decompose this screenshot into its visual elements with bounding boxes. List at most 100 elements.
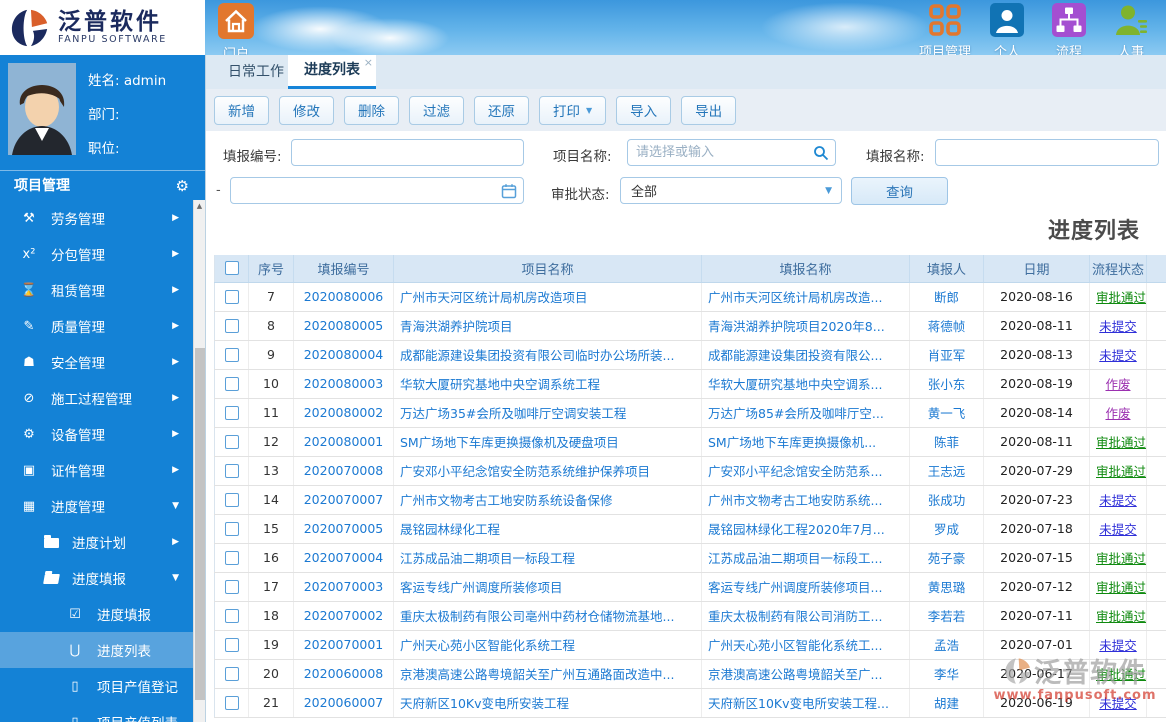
status-link[interactable]: 未提交 [1089, 630, 1147, 660]
status-link[interactable]: 审批通过 [1089, 572, 1147, 602]
project-name-link[interactable]: 广州天心苑小区智能化系统工程 [393, 630, 702, 660]
project-name-link[interactable]: 重庆太极制药有限公司亳州中药材仓储物流基地... [393, 601, 702, 631]
sidebar-item[interactable]: 进度计划 ▶ [0, 524, 193, 560]
status-link[interactable]: 未提交 [1089, 340, 1147, 370]
sidebar-item[interactable]: ✎ 质量管理 ▶ [0, 308, 193, 344]
project-name-link[interactable]: 客运专线广州调度所装修项目 [393, 572, 702, 602]
project-name-link[interactable]: 万达广场35#会所及咖啡厅空调安装工程 [393, 398, 702, 428]
approval-status-select[interactable]: 全部 ▼ [620, 177, 842, 204]
project-name-link[interactable]: SM广场地下车库更换摄像机及硬盘项目 [393, 427, 702, 457]
person-link[interactable]: 罗成 [909, 514, 984, 544]
project-name-link[interactable]: 晟铭园林绿化工程 [393, 514, 702, 544]
sidebar-item[interactable]: ▣ 证件管理 ▶ [0, 452, 193, 488]
report-no-link[interactable]: 2020060007 [293, 688, 394, 718]
sidebar-item[interactable]: ☗ 安全管理 ▶ [0, 344, 193, 380]
row-checkbox[interactable] [224, 696, 239, 711]
report-name-link[interactable]: SM广场地下车库更换摄像机... [701, 427, 910, 457]
row-checkbox[interactable] [224, 464, 239, 479]
row-checkbox[interactable] [224, 406, 239, 421]
person-link[interactable]: 王志远 [909, 456, 984, 486]
scrollbar-up-arrow-icon[interactable]: ▲ [194, 200, 205, 213]
report-no-link[interactable]: 2020080002 [293, 398, 394, 428]
toolbar-button[interactable]: 导出 [681, 95, 737, 125]
sidebar-item[interactable]: ☑ 进度填报 [0, 596, 193, 632]
nav-app-3[interactable]: 人事 [1100, 3, 1162, 60]
row-checkbox[interactable] [224, 319, 239, 334]
nav-app-2[interactable]: 流程 [1038, 3, 1100, 60]
report-name-link[interactable]: 广州市天河区统计局机房改造... [701, 282, 910, 312]
sidebar-item[interactable]: ⚙ 设备管理 ▶ [0, 416, 193, 452]
report-no-link[interactable]: 2020070007 [293, 485, 394, 515]
project-name-link[interactable]: 广州市文物考古工地安防系统设备保修 [393, 485, 702, 515]
report-no-link[interactable]: 2020080006 [293, 282, 394, 312]
status-link[interactable]: 未提交 [1089, 485, 1147, 515]
person-link[interactable]: 黄思璐 [909, 572, 984, 602]
report-no-link[interactable]: 2020060008 [293, 659, 394, 689]
row-checkbox[interactable] [224, 522, 239, 537]
project-name-link[interactable]: 天府新区10Kv变电所安装工程 [393, 688, 702, 718]
person-link[interactable]: 断郎 [909, 282, 984, 312]
select-all-checkbox[interactable] [224, 261, 239, 276]
person-link[interactable]: 张小东 [909, 369, 984, 399]
status-link[interactable]: 未提交 [1089, 688, 1147, 718]
toolbar-button[interactable]: 导入 [616, 95, 672, 125]
person-link[interactable]: 肖亚军 [909, 340, 984, 370]
toolbar-button[interactable]: 修改 [279, 95, 334, 125]
report-no-link[interactable]: 2020070004 [293, 543, 394, 573]
report-no-link[interactable]: 2020080004 [293, 340, 394, 370]
status-link[interactable]: 作废 [1089, 369, 1147, 399]
sidebar-item[interactable]: 进度填报 ▼ [0, 560, 193, 596]
report-name-link[interactable]: 晟铭园林绿化工程2020年7月... [701, 514, 910, 544]
toolbar-button[interactable]: 新增 [214, 95, 269, 125]
sidebar-item[interactable]: ⌛ 租赁管理 ▶ [0, 272, 193, 308]
report-name-link[interactable]: 广州天心苑小区智能化系统工... [701, 630, 910, 660]
project-name-link[interactable]: 青海洪湖养护院项目 [393, 311, 702, 341]
row-checkbox[interactable] [224, 609, 239, 624]
person-link[interactable]: 蒋德帧 [909, 311, 984, 341]
status-link[interactable]: 未提交 [1089, 311, 1147, 341]
sidebar-item[interactable]: ▯ 项目产值登记 [0, 668, 193, 704]
close-icon[interactable]: × [364, 57, 373, 68]
person-link[interactable]: 苑子豪 [909, 543, 984, 573]
project-name-link[interactable]: 华软大厦研究基地中央空调系统工程 [393, 369, 702, 399]
nav-app-1[interactable]: 个人 [976, 3, 1038, 60]
sidebar-item[interactable]: ⚒ 劳务管理 ▶ [0, 200, 193, 236]
sidebar-scrollbar[interactable]: ▲ [193, 200, 205, 722]
person-link[interactable]: 张成功 [909, 485, 984, 515]
report-name-input[interactable] [935, 139, 1159, 166]
person-link[interactable]: 李若若 [909, 601, 984, 631]
row-checkbox[interactable] [224, 493, 239, 508]
report-no-input[interactable] [291, 139, 524, 166]
toolbar-button[interactable]: 过滤 [409, 95, 464, 125]
sidebar-item[interactable]: ⊘ 施工过程管理 ▶ [0, 380, 193, 416]
status-link[interactable]: 审批通过 [1089, 543, 1147, 573]
search-button[interactable]: 查询 [851, 177, 948, 205]
person-link[interactable]: 胡建 [909, 688, 984, 718]
tab-daily-work[interactable]: 日常工作 [212, 55, 300, 89]
gear-icon[interactable]: ⚙ [176, 171, 189, 201]
report-no-link[interactable]: 2020080001 [293, 427, 394, 457]
row-checkbox[interactable] [224, 435, 239, 450]
report-no-link[interactable]: 2020070003 [293, 572, 394, 602]
project-name-link[interactable]: 成都能源建设集团投资有限公司临时办公场所装... [393, 340, 702, 370]
sidebar-item[interactable]: ▦ 进度管理 ▼ [0, 488, 193, 524]
sidebar-item[interactable]: ▯ 项目产值列表 [0, 704, 193, 722]
project-name-link[interactable]: 京港澳高速公路粤境韶关至广州互通路面改造中... [393, 659, 702, 689]
report-no-link[interactable]: 2020070001 [293, 630, 394, 660]
report-name-link[interactable]: 成都能源建设集团投资有限公... [701, 340, 910, 370]
project-name-link[interactable]: 广州市天河区统计局机房改造项目 [393, 282, 702, 312]
toolbar-button[interactable]: 删除 [344, 95, 399, 125]
status-link[interactable]: 审批通过 [1089, 659, 1147, 689]
status-link[interactable]: 未提交 [1089, 514, 1147, 544]
report-name-link[interactable]: 重庆太极制药有限公司消防工... [701, 601, 910, 631]
project-name-input[interactable] [627, 139, 836, 166]
row-checkbox[interactable] [224, 638, 239, 653]
nav-app-0[interactable]: 项目管理 [914, 3, 976, 60]
project-name-link[interactable]: 广安邓小平纪念馆安全防范系统维护保养项目 [393, 456, 702, 486]
date-input[interactable] [230, 177, 524, 204]
report-no-link[interactable]: 2020080003 [293, 369, 394, 399]
nav-portal[interactable]: 门户 [212, 3, 260, 62]
report-no-link[interactable]: 2020070002 [293, 601, 394, 631]
status-link[interactable]: 审批通过 [1089, 456, 1147, 486]
report-name-link[interactable]: 客运专线广州调度所装修项目... [701, 572, 910, 602]
